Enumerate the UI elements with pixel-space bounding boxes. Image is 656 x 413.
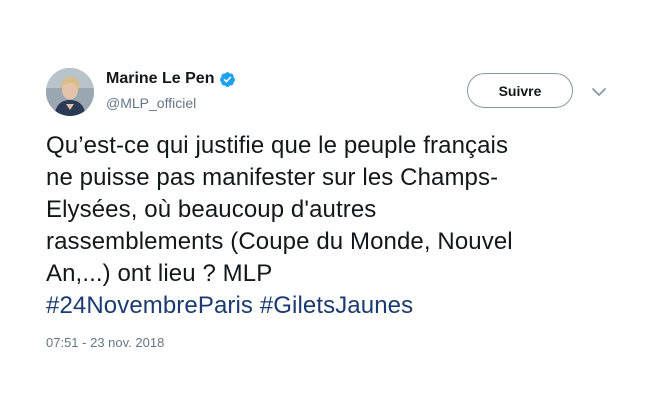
author-name-text: Marine Le Pen	[106, 70, 215, 87]
avatar[interactable]	[46, 68, 94, 116]
tweet-card: Marine Le Pen @MLP_officiel Suivre Qu’es…	[0, 0, 656, 413]
tweet-text: Qu’est-ce qui justifie que le peuple fra…	[46, 130, 606, 322]
author-handle[interactable]: @MLP_officiel	[106, 95, 196, 111]
author-display-name[interactable]: Marine Le Pen	[106, 70, 236, 88]
tweet-text-line: Qu’est-ce qui justifie que le peuple fra…	[46, 132, 509, 159]
tweet-text-line: rassemblements (Coupe du Monde, Nouvel	[46, 228, 513, 255]
tweet-timestamp[interactable]: 07:51 - 23 nov. 2018	[46, 335, 164, 350]
hashtag-link[interactable]: #24NovembreParis	[46, 292, 253, 319]
hashtag-link[interactable]: #GiletsJaunes	[260, 292, 413, 319]
tweet-text-line: Elysées, où beaucoup d'autres	[46, 196, 377, 223]
follow-button[interactable]: Suivre	[467, 73, 573, 108]
verified-badge-icon	[219, 71, 236, 88]
hashtag-line: #24NovembreParis #GiletsJaunes	[46, 290, 606, 322]
chevron-down-icon[interactable]	[591, 85, 607, 97]
tweet-text-line: An,...) ont lieu ? MLP	[46, 260, 273, 287]
tweet-text-line: ne puisse pas manifester sur les Champs-	[46, 164, 499, 191]
